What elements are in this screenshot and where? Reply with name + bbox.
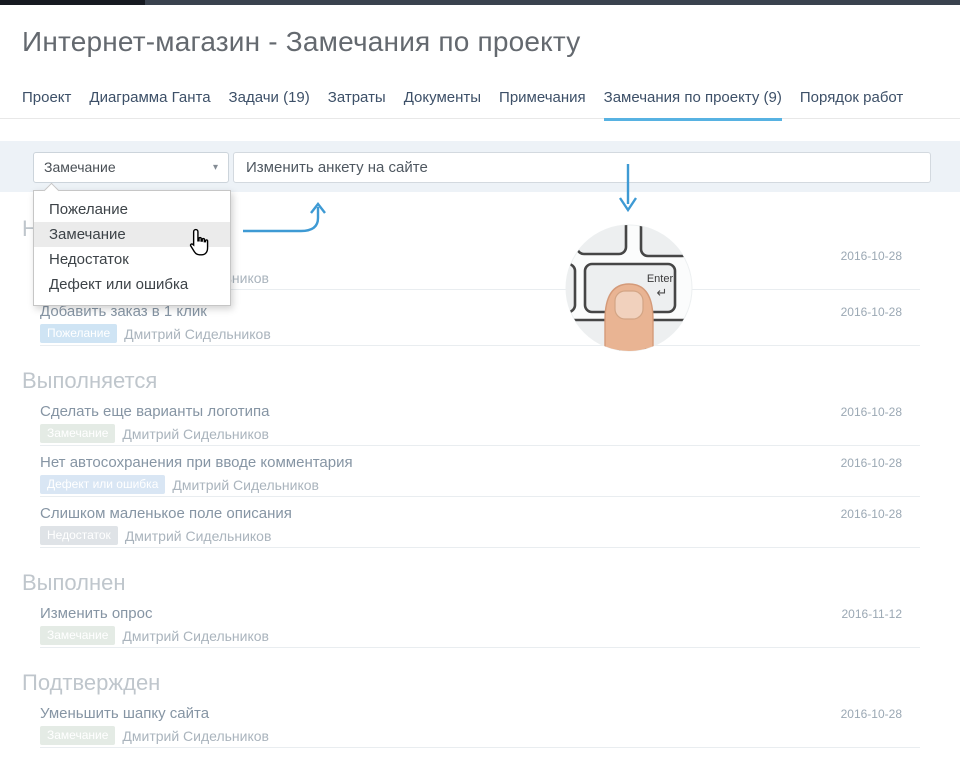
issue-date: 2016-10-28 bbox=[841, 707, 902, 721]
issue-author: Дмитрий Сидельников bbox=[122, 628, 269, 644]
keyboard-key bbox=[641, 220, 689, 256]
section-header: Выполняется bbox=[22, 368, 157, 394]
issue-author: Дмитрий Сидельников bbox=[122, 728, 269, 744]
dropdown-option-0[interactable]: Пожелание bbox=[34, 197, 230, 222]
return-arrow-icon: ↵ bbox=[657, 285, 668, 300]
issue-author: Дмитрий Сидельников bbox=[124, 326, 271, 342]
enter-key-image: Enter ↵ bbox=[561, 220, 697, 356]
issue-meta: Недостаток Дмитрий Сидельников bbox=[40, 526, 271, 545]
issue-title[interactable]: Слишком маленькое поле описания bbox=[40, 505, 920, 523]
chevron-down-icon: ▾ bbox=[213, 153, 218, 182]
issue-type-badge: Замечание bbox=[40, 726, 115, 745]
keyboard-key bbox=[577, 220, 626, 254]
issue-date: 2016-10-28 bbox=[841, 456, 902, 470]
issue-meta: Замечание Дмитрий Сидельников bbox=[40, 626, 269, 645]
issue-title[interactable]: Изменить опрос bbox=[40, 605, 920, 623]
issue-author: Дмитрий Сидельников bbox=[125, 528, 272, 544]
issue-row[interactable]: Сделать еще варианты логотипа Замечание Дм… bbox=[40, 403, 920, 455]
section-header: Подтвержден bbox=[22, 670, 160, 696]
issues-list: НовыйЗамечаниеДмитрий Сидельников2016-10… bbox=[0, 0, 960, 748]
issue-row[interactable]: Изменить опрос Замечание Дмитрий Сидельник… bbox=[40, 605, 920, 657]
issue-meta: Замечание Дмитрий Сидельников bbox=[40, 424, 269, 443]
issue-row[interactable]: Добавить заказ в 1 кликПожеланиеДмитрий … bbox=[40, 303, 920, 355]
issue-date: 2016-10-28 bbox=[841, 305, 902, 319]
issue-title[interactable]: Уменьшить шапку сайта bbox=[40, 705, 920, 723]
issue-meta: Замечание Дмитрий Сидельников bbox=[40, 726, 269, 745]
fingernail-image bbox=[615, 291, 643, 319]
issue-author: Дмитрий Сидельников bbox=[172, 477, 319, 493]
issue-type-select[interactable]: Замечание ▾ bbox=[33, 152, 229, 183]
new-issue-input[interactable] bbox=[233, 152, 931, 183]
cursor-hand-icon bbox=[186, 228, 212, 258]
dropdown-option-3[interactable]: Дефект или ошибка bbox=[34, 272, 230, 297]
issue-title[interactable]: Нет автосохранения при вводе комментария bbox=[40, 454, 920, 472]
issue-row[interactable]: Уменьшить шапку сайта Замечание Дмитрий Си… bbox=[40, 705, 920, 757]
issue-type-select-value: Замечание bbox=[44, 159, 116, 175]
issue-date: 2016-10-28 bbox=[841, 249, 902, 263]
issue-type-badge: Замечание bbox=[40, 424, 115, 443]
issue-date: 2016-10-28 bbox=[841, 507, 902, 521]
enter-key-label: Enter bbox=[647, 273, 674, 285]
issue-meta: Пожелание Дмитрий Сидельников bbox=[40, 324, 271, 343]
issue-row[interactable]: Слишком маленькое поле описания Недостато… bbox=[40, 505, 920, 557]
issue-date: 2016-10-28 bbox=[841, 405, 902, 419]
issue-date: 2016-11-12 bbox=[842, 607, 903, 621]
issue-author: Дмитрий Сидельников bbox=[122, 426, 269, 442]
issue-title[interactable]: Сделать еще варианты логотипа bbox=[40, 403, 920, 421]
issue-type-badge: Замечание bbox=[40, 626, 115, 645]
arrow-up-annotation bbox=[238, 196, 330, 238]
app-root: { "page_title": "Интернет-магазин - Заме… bbox=[0, 0, 960, 748]
section-header: Выполнен bbox=[22, 570, 126, 596]
issue-row[interactable]: Нет автосохранения при вводе комментария… bbox=[40, 454, 920, 506]
issue-meta: Дефект или ошибка Дмитрий Сидельников bbox=[40, 475, 319, 494]
issue-type-badge: Пожелание bbox=[40, 324, 117, 343]
issue-type-badge: Недостаток bbox=[40, 526, 118, 545]
arrow-down-annotation bbox=[616, 158, 642, 218]
issue-type-badge: Дефект или ошибка bbox=[40, 475, 165, 494]
